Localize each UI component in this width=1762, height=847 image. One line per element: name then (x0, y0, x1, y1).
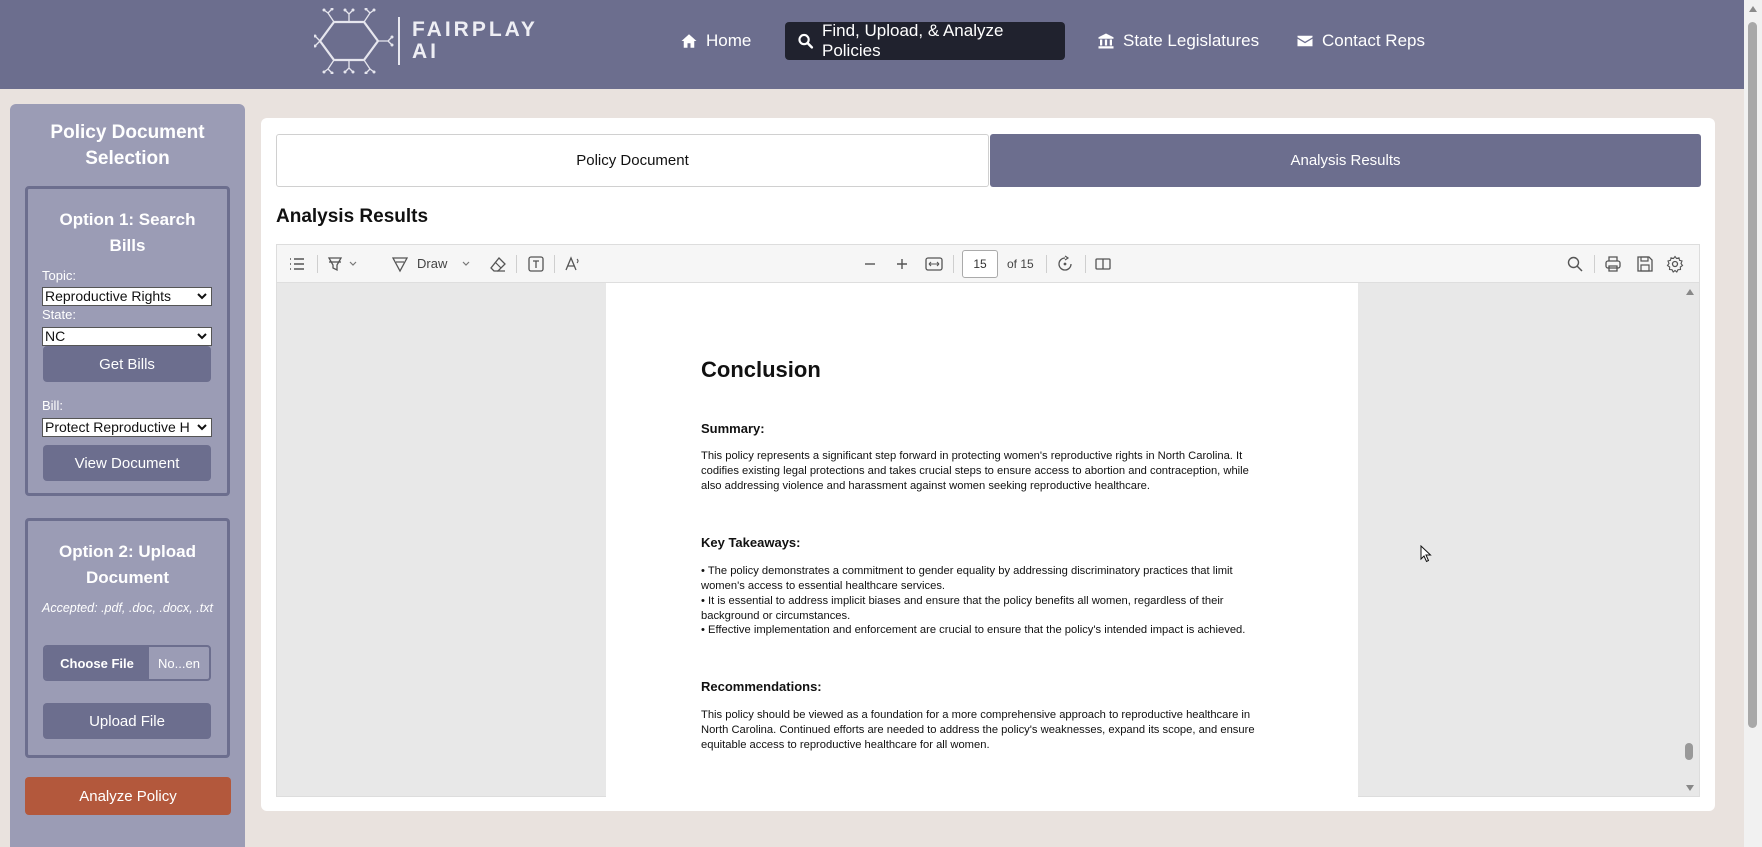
top-navbar: FAIRPLAY AI Home Find, Upload, & Analyze… (0, 0, 1744, 89)
takeaway-item: • Effective implementation and enforceme… (701, 624, 1246, 636)
option2-title: Option 2: Upload Document (59, 542, 196, 587)
logo-line1: FAIRPLAY (412, 18, 538, 41)
chevron-down-icon (197, 424, 207, 431)
search-icon (798, 33, 814, 49)
page-view-icon[interactable] (1094, 255, 1112, 273)
nav-contact-label: Contact Reps (1322, 31, 1425, 50)
draw-pen-icon[interactable] (391, 255, 409, 273)
takeaways-heading: Key Takeaways: (701, 535, 801, 550)
toolbar-divider (953, 255, 954, 273)
choose-file-button[interactable]: Choose File (45, 647, 149, 679)
eraser-icon[interactable] (489, 255, 507, 273)
rotate-icon[interactable] (1056, 255, 1074, 273)
toolbar-divider (516, 255, 517, 273)
option1-title: Option 1: Search Bills (59, 210, 196, 255)
get-bills-button[interactable]: Get Bills (43, 346, 211, 382)
print-icon[interactable] (1604, 255, 1622, 273)
nav-state-legislatures[interactable]: State Legislatures (1085, 22, 1271, 60)
takeaway-item: • The policy demonstrates a commitment t… (701, 565, 1233, 592)
tab-analysis-results[interactable]: Analysis Results (990, 134, 1701, 187)
logo[interactable]: FAIRPLAY AI (314, 8, 538, 74)
summary-text: This policy represents a significant ste… (701, 450, 1249, 492)
gear-icon[interactable] (1666, 255, 1684, 273)
landmark-icon (1098, 33, 1114, 49)
chevron-down-icon[interactable] (460, 255, 472, 273)
section-title: Analysis Results (276, 206, 429, 227)
pdf-page: Conclusion Summary: This policy represen… (606, 283, 1358, 797)
bill-select[interactable]: Protect Reproductive H (42, 418, 212, 437)
logo-text: FAIRPLAY AI (412, 19, 538, 63)
logo-line2: AI (412, 40, 439, 63)
scroll-up-arrow-icon[interactable] (1749, 6, 1757, 12)
topic-label: Topic: (42, 268, 76, 283)
tab-policy-document[interactable]: Policy Document (276, 134, 989, 187)
bill-label: Bill: (42, 398, 63, 413)
envelope-icon (1297, 35, 1313, 47)
viewer-scrollbar-thumb[interactable] (1685, 743, 1693, 760)
toolbar-divider (1046, 255, 1047, 273)
draw-label[interactable]: Draw (417, 256, 447, 271)
page-scrollbar-thumb[interactable] (1748, 22, 1757, 728)
nav-home-label: Home (706, 31, 752, 50)
main-panel: Policy Document Analysis Results Analysi… (261, 118, 1715, 811)
scroll-up-arrow-icon[interactable] (1686, 289, 1694, 295)
topic-select[interactable]: Reproductive Rights (42, 287, 212, 306)
pdf-viewer: Draw 15 of 15 Conclusion Summary: This p… (276, 244, 1700, 797)
takeaway-item: • It is essential to address implicit bi… (701, 595, 1224, 622)
save-icon[interactable] (1636, 255, 1654, 273)
page-total-text: of 15 (1007, 257, 1034, 271)
analyze-policy-button[interactable]: Analyze Policy (25, 777, 231, 815)
outline-list-icon[interactable] (288, 255, 306, 273)
text-box-icon[interactable] (527, 255, 545, 273)
toolbar-divider (1594, 255, 1595, 273)
file-input[interactable]: Choose File No...en (43, 645, 211, 681)
upload-file-button[interactable]: Upload File (43, 703, 211, 739)
bill-select-value: Protect Reproductive H (45, 419, 190, 435)
state-select-value: NC (45, 328, 66, 344)
sidebar: Policy Document Selection Option 1: Sear… (10, 104, 245, 847)
recommendations-heading: Recommendations: (701, 679, 822, 694)
topic-select-value: Reproductive Rights (45, 288, 172, 304)
home-icon (681, 34, 697, 48)
toolbar-divider (1085, 255, 1086, 273)
chevron-down-icon (197, 293, 207, 300)
recommendations-text: This policy should be viewed as a founda… (701, 709, 1255, 751)
nav-contact-reps[interactable]: Contact Reps (1284, 22, 1437, 60)
viewer-scrollbar[interactable] (1681, 283, 1699, 797)
sidebar-title: Policy Document Selection (50, 122, 205, 169)
logo-hexagon-icon (314, 8, 394, 74)
scroll-down-arrow-icon[interactable] (1686, 785, 1694, 791)
page-number-input[interactable]: 15 (962, 250, 998, 278)
file-status-text: No...en (158, 655, 200, 671)
page-heading: Conclusion (701, 357, 821, 382)
search-icon[interactable] (1566, 255, 1584, 273)
toolbar-divider (317, 255, 318, 273)
nav-find-upload-analyze[interactable]: Find, Upload, & Analyze Policies (785, 21, 1065, 60)
nav-find-label: Find, Upload, & Analyze Policies (821, 21, 1004, 60)
summary-heading: Summary: (701, 421, 765, 436)
option2-box: Option 2: Upload Document Accepted: .pdf… (25, 518, 230, 758)
logo-divider (398, 17, 400, 65)
nav-home[interactable]: Home (668, 22, 763, 60)
toolbar-divider (554, 255, 555, 273)
chevron-down-icon[interactable] (347, 255, 359, 273)
highlight-icon[interactable] (326, 255, 344, 273)
chevron-down-icon (197, 333, 207, 340)
pdf-toolbar: Draw 15 of 15 (277, 245, 1699, 283)
accepted-formats-text: Accepted: .pdf, .doc, .docx, .txt (42, 601, 213, 615)
fit-width-icon[interactable] (925, 255, 943, 273)
state-label: State: (42, 307, 76, 322)
state-select[interactable]: NC (42, 327, 212, 346)
view-document-button[interactable]: View Document (43, 445, 211, 481)
mouse-cursor-icon (1420, 545, 1432, 563)
option1-box: Option 1: Search Bills Topic: Reproducti… (25, 186, 230, 496)
nav-state-label: State Legislatures (1123, 31, 1260, 50)
page-scrollbar[interactable] (1744, 0, 1762, 847)
zoom-out-icon[interactable] (861, 255, 879, 273)
read-aloud-icon[interactable] (564, 255, 582, 273)
zoom-in-icon[interactable] (893, 255, 911, 273)
